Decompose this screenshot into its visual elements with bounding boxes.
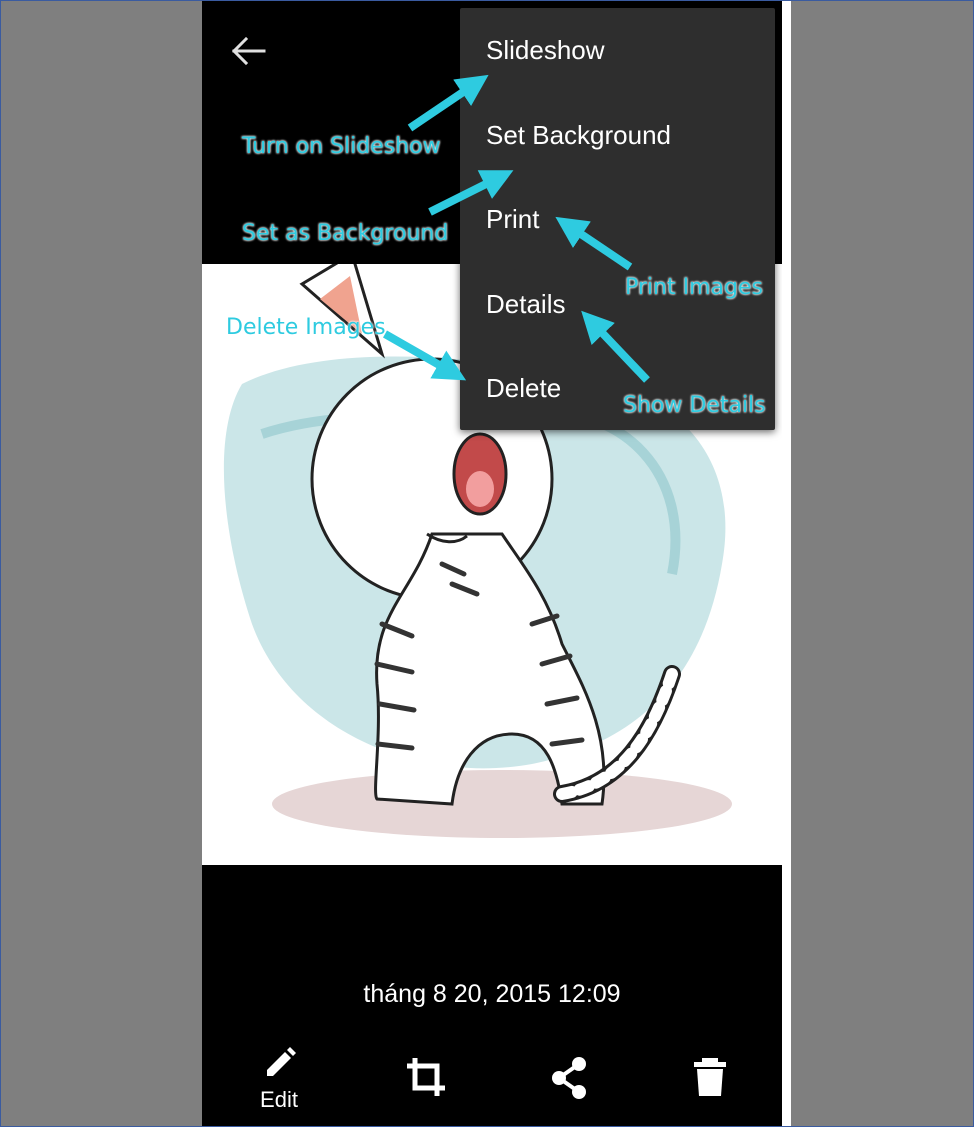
- trash-icon: [694, 1058, 726, 1096]
- overflow-menu: Slideshow Set Background Print Details D…: [460, 8, 775, 430]
- menu-item-print[interactable]: Print: [460, 177, 775, 261]
- delete-button[interactable]: [670, 1040, 750, 1120]
- menu-item-slideshow[interactable]: Slideshow: [460, 8, 775, 92]
- annotation-print: Print Images: [625, 275, 763, 300]
- pencil-icon: [267, 1047, 296, 1076]
- screen-edge: [782, 0, 791, 1127]
- arrow-left-icon: [231, 36, 266, 66]
- share-button[interactable]: [529, 1040, 609, 1120]
- phone-screen: tháng 8 20, 2015 12:09 Edit Slideshow Se…: [202, 0, 782, 1127]
- crop-button[interactable]: [387, 1040, 467, 1120]
- crop-icon: [407, 1058, 445, 1096]
- edit-label: Edit: [260, 1087, 298, 1112]
- back-button[interactable]: [222, 30, 272, 72]
- menu-item-set-background[interactable]: Set Background: [460, 93, 775, 177]
- photo-timestamp: tháng 8 20, 2015 12:09: [363, 980, 621, 1008]
- annotation-delete: Delete Images: [226, 315, 386, 340]
- share-icon: [552, 1057, 586, 1099]
- annotation-background: Set as Background: [242, 221, 449, 246]
- annotation-details: Show Details: [623, 393, 766, 418]
- edit-button[interactable]: Edit: [239, 1040, 319, 1120]
- annotation-slideshow: Turn on Slideshow: [242, 134, 441, 159]
